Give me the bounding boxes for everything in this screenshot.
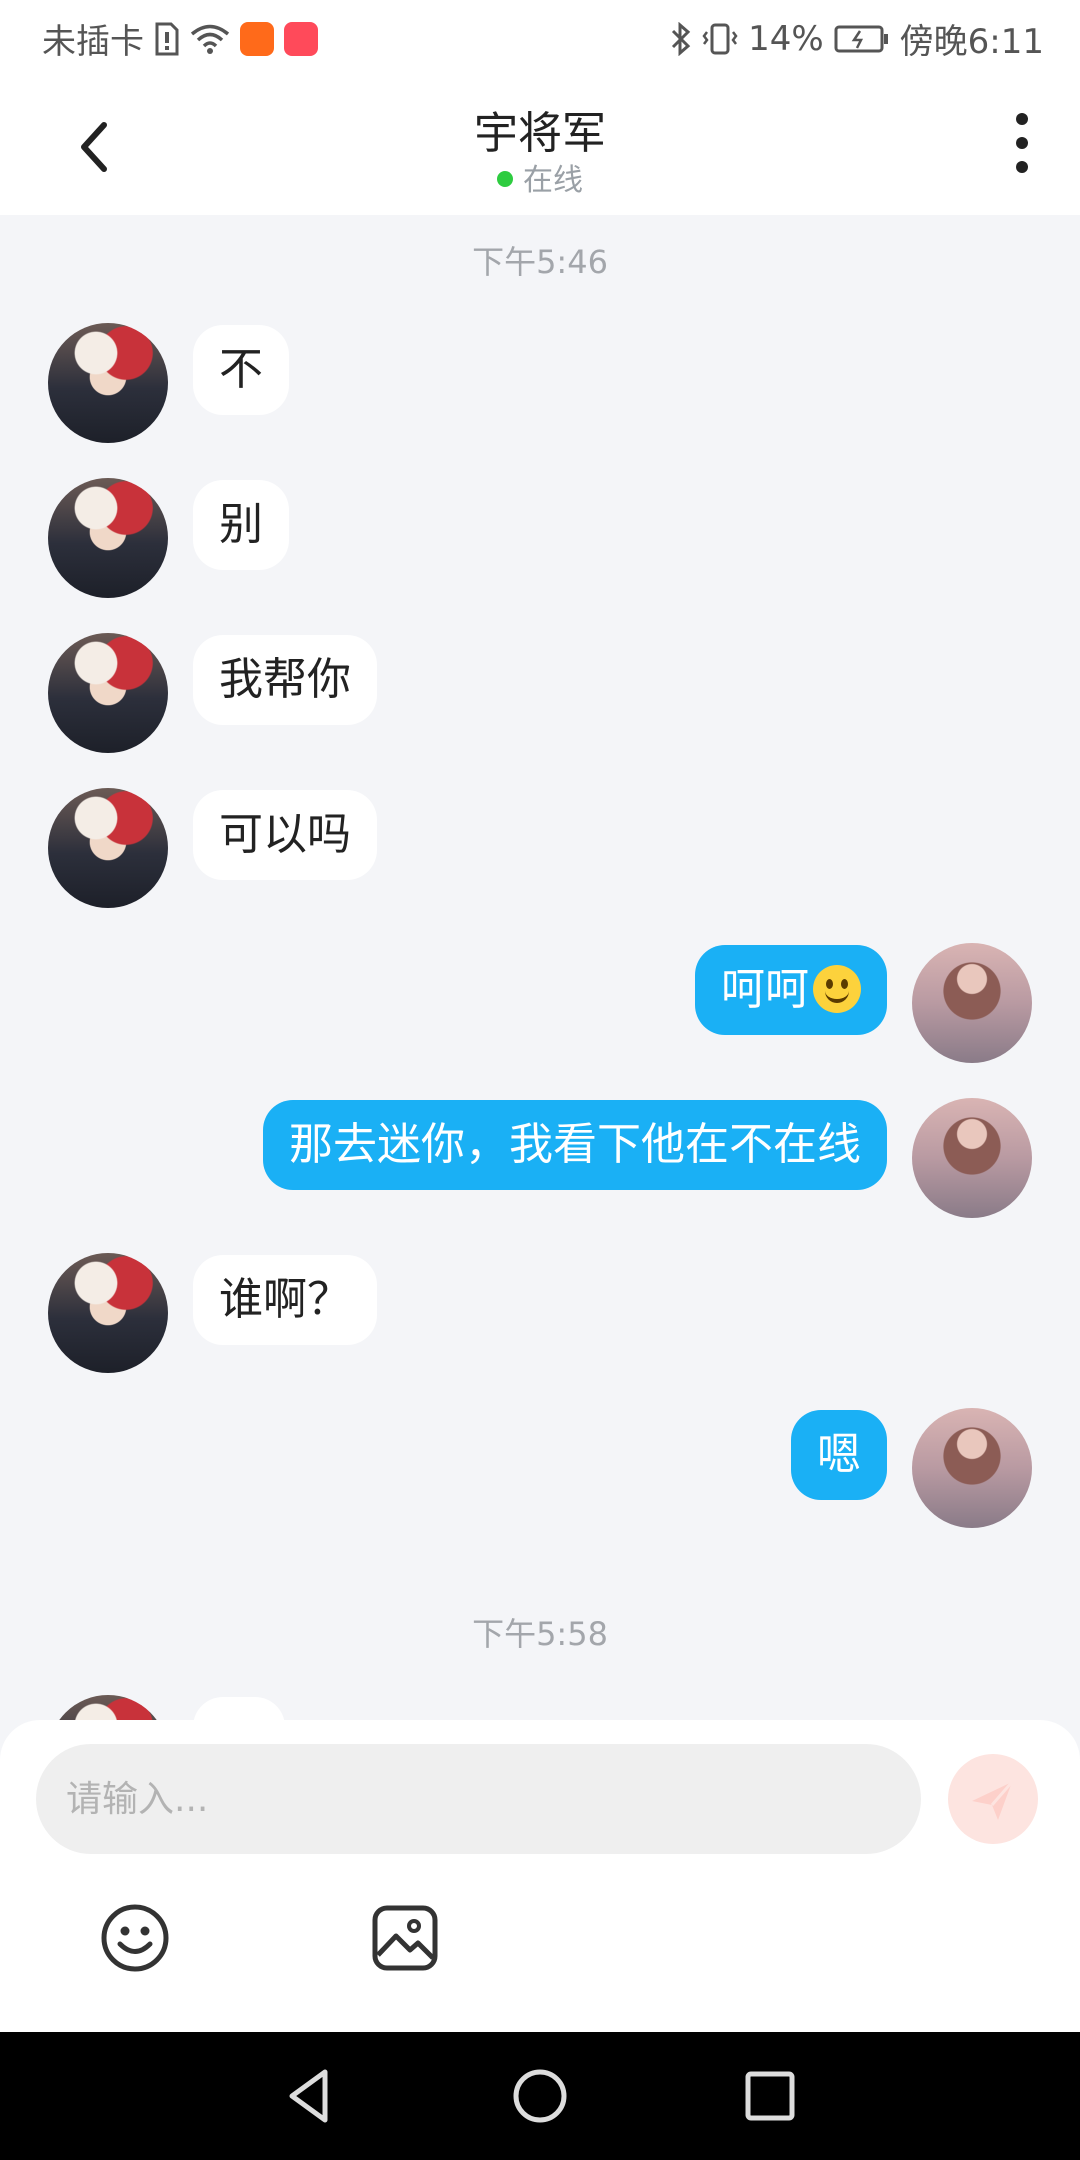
my-avatar[interactable] [912,1098,1032,1218]
contact-avatar[interactable] [48,323,168,443]
message-bubble-incoming[interactable]: 谁啊？ [193,1255,377,1345]
chat-header: 宇将军 在线 [0,75,1080,215]
presence-label: 在线 [523,163,583,198]
battery-percent: 14% [748,18,824,59]
my-avatar[interactable] [912,1408,1032,1528]
smiley-emoji-icon [813,965,861,1013]
message-bubble-incoming[interactable]: 不 [193,325,289,415]
bluetooth-icon [672,21,691,56]
emoji-icon[interactable] [100,1903,170,1973]
contact-name: 宇将军 [474,108,606,159]
status-left: 未插卡 [42,14,318,63]
message-list[interactable]: 下午5:46 不 别 我帮你 可以吗 呵呵 那去迷你，我看下他在不在线 谁啊？ … [0,215,1080,1720]
status-bar: 未插卡 14% 傍晚6:11 [0,0,1080,75]
my-avatar[interactable] [912,943,1032,1063]
message-bubble-incoming[interactable] [193,1697,285,1720]
image-icon[interactable] [370,1903,440,1973]
sim-alert-icon [155,22,179,55]
more-options-icon[interactable] [1016,113,1028,173]
wifi-icon [190,24,230,54]
contact-avatar[interactable] [48,478,168,598]
message-bubble-outgoing[interactable]: 那去迷你，我看下他在不在线 [263,1100,887,1190]
message-input[interactable] [36,1744,921,1854]
system-nav-bar [0,2032,1080,2160]
vibrate-icon [702,23,738,54]
message-bubble-outgoing[interactable]: 嗯 [791,1410,887,1500]
clock: 傍晚6:11 [899,22,1044,62]
nav-recents-icon[interactable] [740,2066,800,2126]
contact-avatar[interactable] [48,788,168,908]
carrier-text: 未插卡 [42,22,144,62]
message-bubble-incoming[interactable]: 我帮你 [193,635,377,725]
contact-avatar[interactable] [48,1253,168,1373]
message-text: 呵呵 [721,964,809,1015]
timestamp: 下午5:58 [472,1615,608,1653]
battery-charging-icon [834,25,888,52]
message-bubble-outgoing[interactable]: 呵呵 [695,945,887,1035]
paper-plane-icon [972,1781,1014,1820]
timestamp: 下午5:46 [472,243,608,281]
message-bubble-incoming[interactable]: 可以吗 [193,790,377,880]
contact-avatar[interactable] [48,633,168,753]
composer [0,1720,1080,2032]
book-notification-icon [284,21,318,56]
presence-status: 在线 [0,155,1080,199]
send-button[interactable] [948,1754,1038,1844]
app-notification-icon [240,21,274,56]
nav-back-icon[interactable] [280,2066,340,2126]
online-dot-icon [497,170,513,187]
status-right: 14% 傍晚6:11 [670,14,1044,63]
nav-home-icon[interactable] [510,2066,570,2126]
message-bubble-incoming[interactable]: 别 [193,480,289,570]
contact-avatar[interactable] [48,1695,168,1720]
